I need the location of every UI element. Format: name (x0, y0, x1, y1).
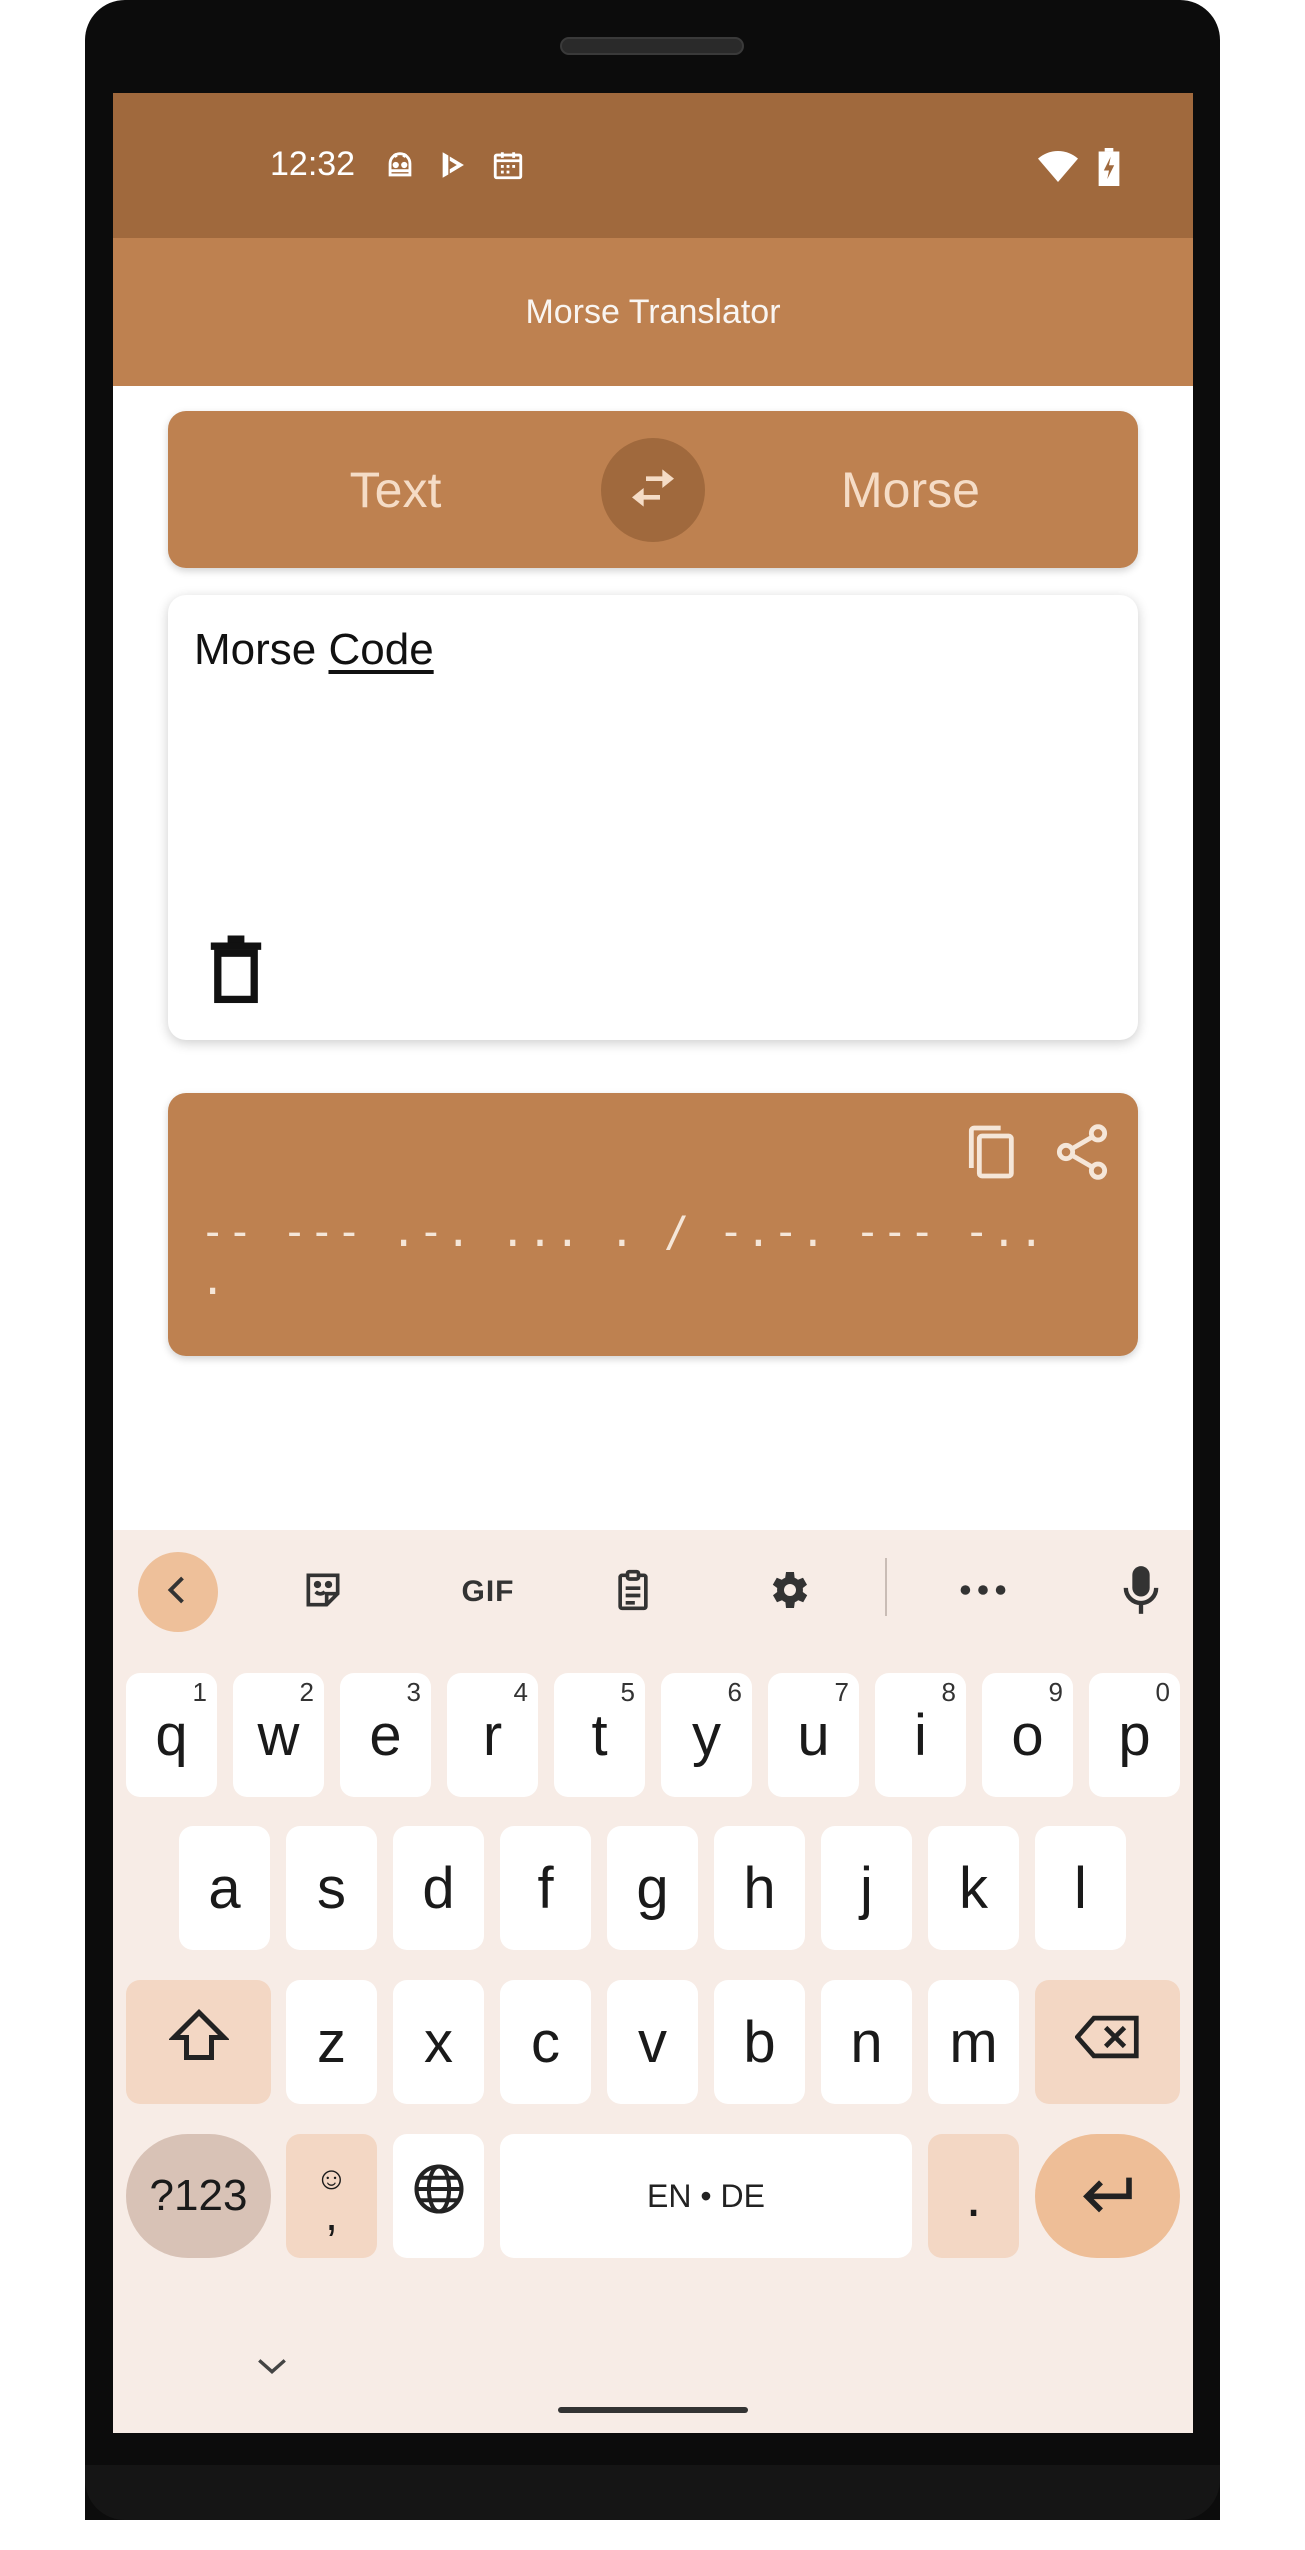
morse-output-text: -- --- .-. ... . / -.-. --- -.. . (200, 1207, 1074, 1304)
input-text-plain: Morse (194, 625, 329, 674)
key-l[interactable]: l (1035, 1826, 1126, 1950)
language-swap-bar: Text Morse (168, 411, 1138, 568)
clipboard-button[interactable] (593, 1552, 673, 1632)
comma-label: , (325, 2188, 338, 2240)
more-icon (959, 1582, 1007, 1603)
toolbar-divider (885, 1558, 887, 1616)
key-c[interactable]: c (500, 1980, 591, 2104)
keyboard-collapse-button[interactable] (138, 1552, 218, 1632)
key-o[interactable]: o9 (982, 1673, 1073, 1797)
share-icon (1050, 1124, 1114, 1188)
source-language-text[interactable]: Text (168, 411, 623, 568)
trash-icon (208, 935, 264, 1009)
key-d[interactable]: d (393, 1826, 484, 1950)
key-h[interactable]: h (714, 1826, 805, 1950)
copy-button[interactable] (958, 1120, 1022, 1184)
key-g[interactable]: g (607, 1826, 698, 1950)
key-v[interactable]: v (607, 1980, 698, 2104)
globe-icon (412, 2162, 466, 2230)
app-bar: Morse Translator (113, 238, 1193, 386)
navigation-handle[interactable] (558, 2407, 748, 2413)
clear-button[interactable] (208, 935, 264, 1005)
key-x[interactable]: x (393, 1980, 484, 2104)
key-z[interactable]: z (286, 1980, 377, 2104)
key-t[interactable]: t5 (554, 1673, 645, 1797)
device-chin (85, 2465, 1220, 2520)
input-text-field[interactable]: Morse Code (194, 625, 434, 675)
status-bar: 12:32 (113, 93, 1193, 238)
key-e[interactable]: e3 (340, 1673, 431, 1797)
status-system-icons (1038, 148, 1120, 186)
keyboard-toolbar: GIF (113, 1530, 1193, 1640)
share-button[interactable] (1050, 1120, 1114, 1184)
hide-keyboard-button[interactable] (255, 2355, 289, 2382)
key-q[interactable]: q1 (126, 1673, 217, 1797)
app-title: Morse Translator (525, 292, 781, 331)
sticker-icon (301, 1568, 345, 1617)
clipboard-icon (611, 1568, 655, 1617)
gif-label: GIF (461, 1575, 515, 1608)
key-r[interactable]: r4 (447, 1673, 538, 1797)
key-k[interactable]: k (928, 1826, 1019, 1950)
copy-icon (958, 1125, 1022, 1188)
play-store-icon (437, 148, 471, 182)
status-time: 12:32 (270, 145, 356, 183)
output-card: -- --- .-. ... . / -.-. --- -.. . (168, 1093, 1138, 1356)
enter-icon (1080, 2163, 1136, 2230)
key-f[interactable]: f (500, 1826, 591, 1950)
emoji-comma-key[interactable]: ☺ , (286, 2134, 377, 2258)
key-y[interactable]: y6 (661, 1673, 752, 1797)
key-j[interactable]: j (821, 1826, 912, 1950)
key-p[interactable]: p0 (1089, 1673, 1180, 1797)
key-u[interactable]: u7 (768, 1673, 859, 1797)
status-notification-icons (383, 148, 525, 182)
input-text-composing: Code (328, 625, 434, 674)
settings-button[interactable] (748, 1552, 828, 1632)
more-button[interactable] (943, 1552, 1023, 1632)
voice-input-button[interactable] (1101, 1552, 1181, 1632)
key-m[interactable]: m (928, 1980, 1019, 2104)
target-language-morse[interactable]: Morse (683, 411, 1138, 568)
key-i[interactable]: i8 (875, 1673, 966, 1797)
symbols-key[interactable]: ?123 (126, 2134, 271, 2258)
key-b[interactable]: b (714, 1980, 805, 2104)
backspace-icon (1073, 2009, 1141, 2076)
key-a[interactable]: a (179, 1826, 270, 1950)
space-key[interactable]: EN • DE (500, 2134, 912, 2258)
gear-icon (764, 1566, 812, 1619)
calendar-icon (491, 148, 525, 182)
swap-icon (625, 460, 681, 521)
wifi-icon (1038, 150, 1078, 184)
gif-button[interactable]: GIF (438, 1552, 538, 1632)
chevron-down-icon (255, 2359, 289, 2381)
sticker-button[interactable] (283, 1552, 363, 1632)
chevron-left-icon (160, 1572, 196, 1613)
key-n[interactable]: n (821, 1980, 912, 2104)
key-s[interactable]: s (286, 1826, 377, 1950)
language-key[interactable] (393, 2134, 484, 2258)
backspace-key[interactable] (1035, 1980, 1180, 2104)
speaker-grille (560, 37, 744, 55)
battery-charging-icon (1098, 148, 1120, 186)
mic-icon (1121, 1564, 1161, 1621)
key-w[interactable]: w2 (233, 1673, 324, 1797)
shift-icon (167, 2007, 230, 2077)
screen: 12:32 Morse Translator Text Morse Morse … (113, 93, 1193, 2433)
robot-icon (383, 148, 417, 182)
soft-keyboard: GIF q 1 w 2 e 3 r 4 t 5 y 6 u 7 i 8 o 9 … (113, 1530, 1193, 2433)
shift-key[interactable] (126, 1980, 271, 2104)
input-card[interactable]: Morse Code (168, 595, 1138, 1040)
period-key[interactable]: . (928, 2134, 1019, 2258)
enter-key[interactable] (1035, 2134, 1180, 2258)
